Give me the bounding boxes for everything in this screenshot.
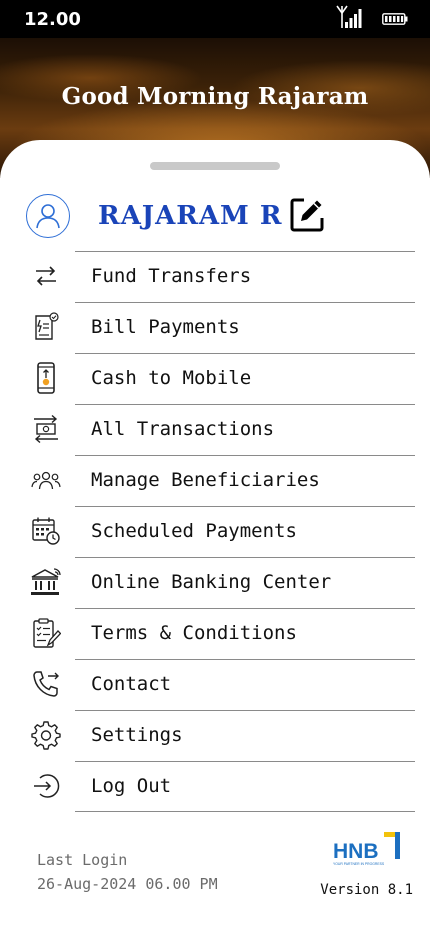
menu-item-label: Contact xyxy=(91,673,172,695)
menu-item-fund-transfers[interactable]: Fund Transfers xyxy=(0,251,430,302)
menu-list: Fund Transfers Bill Payments Cash to Mob… xyxy=(0,251,430,812)
status-bar: 12.00 xyxy=(0,0,430,38)
menu-item-label: Scheduled Payments xyxy=(91,520,297,542)
last-login: Last Login 26-Aug-2024 06.00 PM xyxy=(37,848,218,896)
menu-item-bill-payments[interactable]: Bill Payments xyxy=(0,302,430,353)
signal-icon xyxy=(336,4,364,34)
edit-profile-button[interactable] xyxy=(290,196,326,232)
menu-item-label: Manage Beneficiaries xyxy=(91,469,320,491)
app-version: Version 8.1 xyxy=(320,882,413,898)
menu-item-log-out[interactable]: Log Out xyxy=(0,761,430,812)
menu-item-cash-to-mobile[interactable]: Cash to Mobile xyxy=(0,353,430,404)
menu-item-label: Log Out xyxy=(91,775,172,797)
menu-item-label: All Transactions xyxy=(91,418,275,440)
beneficiaries-icon xyxy=(30,464,62,496)
cash-to-mobile-icon xyxy=(30,362,62,394)
logout-icon xyxy=(30,770,62,802)
hnb-logo: HNB YOUR PARTNER IN PROGRESS xyxy=(332,832,404,868)
menu-item-label: Bill Payments xyxy=(91,316,240,338)
menu-item-terms-conditions[interactable]: Terms & Conditions xyxy=(0,608,430,659)
fund-transfer-icon xyxy=(30,260,62,292)
status-icons xyxy=(336,4,408,34)
phone-icon xyxy=(30,668,62,700)
last-login-label: Last Login xyxy=(37,851,128,869)
greeting-text: Good Morning Rajaram xyxy=(61,83,369,110)
menu-item-label: Cash to Mobile xyxy=(91,367,252,389)
menu-item-manage-beneficiaries[interactable]: Manage Beneficiaries xyxy=(0,455,430,506)
menu-item-label: Settings xyxy=(91,724,183,746)
bill-payments-icon xyxy=(30,311,62,343)
menu-item-label: Online Banking Center xyxy=(91,571,332,593)
terms-icon xyxy=(30,617,62,649)
brand-tagline: YOUR PARTNER IN PROGRESS xyxy=(333,862,385,866)
user-icon xyxy=(36,204,60,229)
scheduled-payments-icon xyxy=(30,515,62,547)
sheet-handle[interactable] xyxy=(150,162,280,170)
last-login-value: 26-Aug-2024 06.00 PM xyxy=(37,875,218,893)
bank-icon xyxy=(30,566,62,598)
menu-item-settings[interactable]: Settings xyxy=(0,710,430,761)
avatar[interactable] xyxy=(26,194,70,238)
menu-item-label: Fund Transfers xyxy=(91,265,252,287)
menu-item-online-banking-center[interactable]: Online Banking Center xyxy=(0,557,430,608)
menu-item-contact[interactable]: Contact xyxy=(0,659,430,710)
gear-icon xyxy=(30,719,62,751)
menu-item-label: Terms & Conditions xyxy=(91,622,297,644)
menu-item-all-transactions[interactable]: All Transactions xyxy=(0,404,430,455)
profile-row: RAJARAM R xyxy=(0,192,430,242)
menu-sheet: RAJARAM R Fund Transfers Bill Payments C… xyxy=(0,140,430,932)
profile-name: RAJARAM R xyxy=(98,201,283,231)
edit-icon xyxy=(290,196,326,232)
menu-item-scheduled-payments[interactable]: Scheduled Payments xyxy=(0,506,430,557)
transactions-icon xyxy=(30,413,62,445)
brand-name: HNB xyxy=(333,840,379,863)
status-time: 12.00 xyxy=(24,8,81,30)
battery-icon xyxy=(382,10,408,29)
